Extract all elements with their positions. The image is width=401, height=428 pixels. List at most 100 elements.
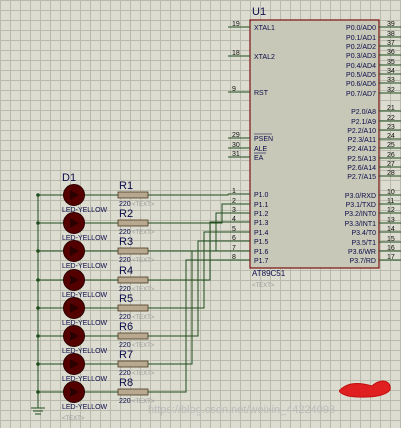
chip-pin-name: P1.1 xyxy=(254,202,269,209)
resistor-body[interactable] xyxy=(117,388,149,396)
chip-pin-name: P0.0/AD0 xyxy=(346,25,376,32)
led-common-rail xyxy=(37,194,63,408)
resistor-text-placeholder: <TEXT> xyxy=(132,202,155,208)
chip-pin-number: 25 xyxy=(387,142,395,149)
chip-ref-label: U1 xyxy=(252,6,266,18)
resistor-ref-label: R8 xyxy=(119,377,133,389)
chip-pin-name: ALE xyxy=(254,146,268,153)
chip-pin-number: 33 xyxy=(387,77,395,84)
resistor-value-label: 220 xyxy=(119,257,131,264)
chip-pin-name: PSEN xyxy=(254,136,273,143)
chip-pin-number: 28 xyxy=(387,170,395,177)
resistor-text-placeholder: <TEXT> xyxy=(132,258,155,264)
chip-pin-number: 8 xyxy=(232,254,236,261)
chip-pin-name: XTAL1 xyxy=(254,25,275,32)
chip-pin-name: P3.4/T0 xyxy=(351,230,376,237)
chip-pin-name: P1.2 xyxy=(254,211,269,218)
resistor-value-label: 220 xyxy=(119,229,131,236)
chip-pin-name: P0.5/AD5 xyxy=(346,72,376,79)
resistor-ref-label: R7 xyxy=(119,349,133,361)
chip-pin-number: 1 xyxy=(232,188,236,195)
chip-pin-number: 38 xyxy=(387,31,395,38)
chip-pin-number: 6 xyxy=(232,235,236,242)
resistor-ref-label: R1 xyxy=(119,180,133,192)
watermark-text: https://blog.csdn.net/weixin_44224093 xyxy=(148,404,335,416)
led-text-placeholder: <TEXT> xyxy=(62,416,85,422)
chip-pin-number: 3 xyxy=(232,207,236,214)
chip-pin-number: 17 xyxy=(387,254,395,261)
chip-pin-number: 39 xyxy=(387,21,395,28)
chip-pin-number: 21 xyxy=(387,105,395,112)
chip-pin-number: 32 xyxy=(387,87,395,94)
resistor-body[interactable] xyxy=(117,304,149,312)
resistor-value-label: 220 xyxy=(119,370,131,377)
chip-pin-name: P0.4/AD4 xyxy=(346,63,376,70)
resistor-body[interactable] xyxy=(117,276,149,284)
chip-pin-number: 18 xyxy=(232,50,240,57)
resistor-body[interactable] xyxy=(117,332,149,340)
chip-pin-name: P2.7/A15 xyxy=(347,174,376,181)
resistor-ref-label: R4 xyxy=(119,265,133,277)
chip-pin-name: P3.7/RD xyxy=(350,258,376,265)
chip-pin-name: P1.6 xyxy=(254,249,269,256)
chip-part-label: AT89C51 xyxy=(252,269,286,278)
resistor-body[interactable] xyxy=(117,360,149,368)
chip-pin-name: P2.6/A14 xyxy=(347,165,376,172)
chip-pin-number: 26 xyxy=(387,152,395,159)
led-type-label: LED-YELLOW xyxy=(62,207,108,214)
chip-pin-number: 37 xyxy=(387,40,395,47)
resistor-value-label: 220 xyxy=(119,201,131,208)
resistor-text-placeholder: <TEXT> xyxy=(132,287,155,293)
resistor-chip-wire xyxy=(148,194,229,196)
chip-pin-name: P2.2/A10 xyxy=(347,128,376,135)
chip-pin-name: P1.5 xyxy=(254,239,269,246)
chip-pin-number: 13 xyxy=(387,217,395,224)
resistor-body[interactable] xyxy=(117,191,149,199)
chip-pin-number: 27 xyxy=(387,161,395,168)
chip-pin-name: P2.1/A9 xyxy=(351,119,376,126)
chip-pin-name: P0.2/AD2 xyxy=(346,44,376,51)
chip-pin-name: P2.3/A11 xyxy=(348,137,376,144)
resistor-value-label: 220 xyxy=(119,286,131,293)
chip-pin-name: P3.1/TXD xyxy=(346,202,376,209)
resistor-ref-label: R6 xyxy=(119,321,133,333)
chip-pin-number: 10 xyxy=(387,189,395,196)
chip-pin-number: 9 xyxy=(232,86,236,93)
chip-pin-number: 36 xyxy=(387,49,395,56)
chip-pin-name: EA xyxy=(254,155,264,162)
chip-pin-number: 34 xyxy=(387,68,395,75)
chip-pin-number: 30 xyxy=(232,142,240,149)
chip-text-placeholder: <TEXT> xyxy=(252,283,275,289)
chip-pin-name: P1.3 xyxy=(254,220,269,227)
chip-pin-name: P3.0/RXD xyxy=(345,193,376,200)
led-type-label: LED-YELLOW xyxy=(62,292,108,299)
chip-pin-name: P1.7 xyxy=(254,258,269,265)
led-type-label: LED-YELLOW xyxy=(62,263,108,270)
chip-pin-number: 22 xyxy=(387,115,395,122)
chip-pin-name: P1.4 xyxy=(254,230,269,237)
chip-pin-number: 16 xyxy=(387,245,395,252)
chip-pin-number: 31 xyxy=(232,151,240,158)
chip-pin-name: P1.0 xyxy=(254,192,269,199)
resistor-value-label: 220 xyxy=(119,342,131,349)
chip-pin-number: 23 xyxy=(387,124,395,131)
resistor-text-placeholder: <TEXT> xyxy=(132,343,155,349)
chip-pin-number: 7 xyxy=(232,245,236,252)
chip-pin-number: 4 xyxy=(232,216,236,223)
led-ref-label: D1 xyxy=(62,172,76,184)
resistor-ref-label: R5 xyxy=(119,293,133,305)
resistor-text-placeholder: <TEXT> xyxy=(132,230,155,236)
resistor-body[interactable] xyxy=(117,219,149,227)
chip-u1[interactable]: U1 AT89C51 <TEXT> 19XTAL118XTAL29RST29PS… xyxy=(228,6,401,289)
schematic-canvas: U1 AT89C51 <TEXT> 19XTAL118XTAL29RST29PS… xyxy=(31,6,401,422)
led-resistor-array: D1LED-YELLOWR1220 <TEXT>LED-YELLOWR2220 <T… xyxy=(36,172,229,422)
chip-pin-name: P2.4/A12 xyxy=(347,146,376,153)
chip-pin-name: P0.6/AD6 xyxy=(346,81,376,88)
ground-symbol xyxy=(31,407,45,415)
chip-pin-name: RST xyxy=(254,90,269,97)
chip-pin-name: P0.1/AD1 xyxy=(346,35,376,42)
chip-pin-number: 35 xyxy=(387,59,395,66)
chip-pin-number: 14 xyxy=(387,226,395,233)
resistor-body[interactable] xyxy=(117,247,149,255)
chip-pin-name: P3.6/WR xyxy=(348,249,376,256)
